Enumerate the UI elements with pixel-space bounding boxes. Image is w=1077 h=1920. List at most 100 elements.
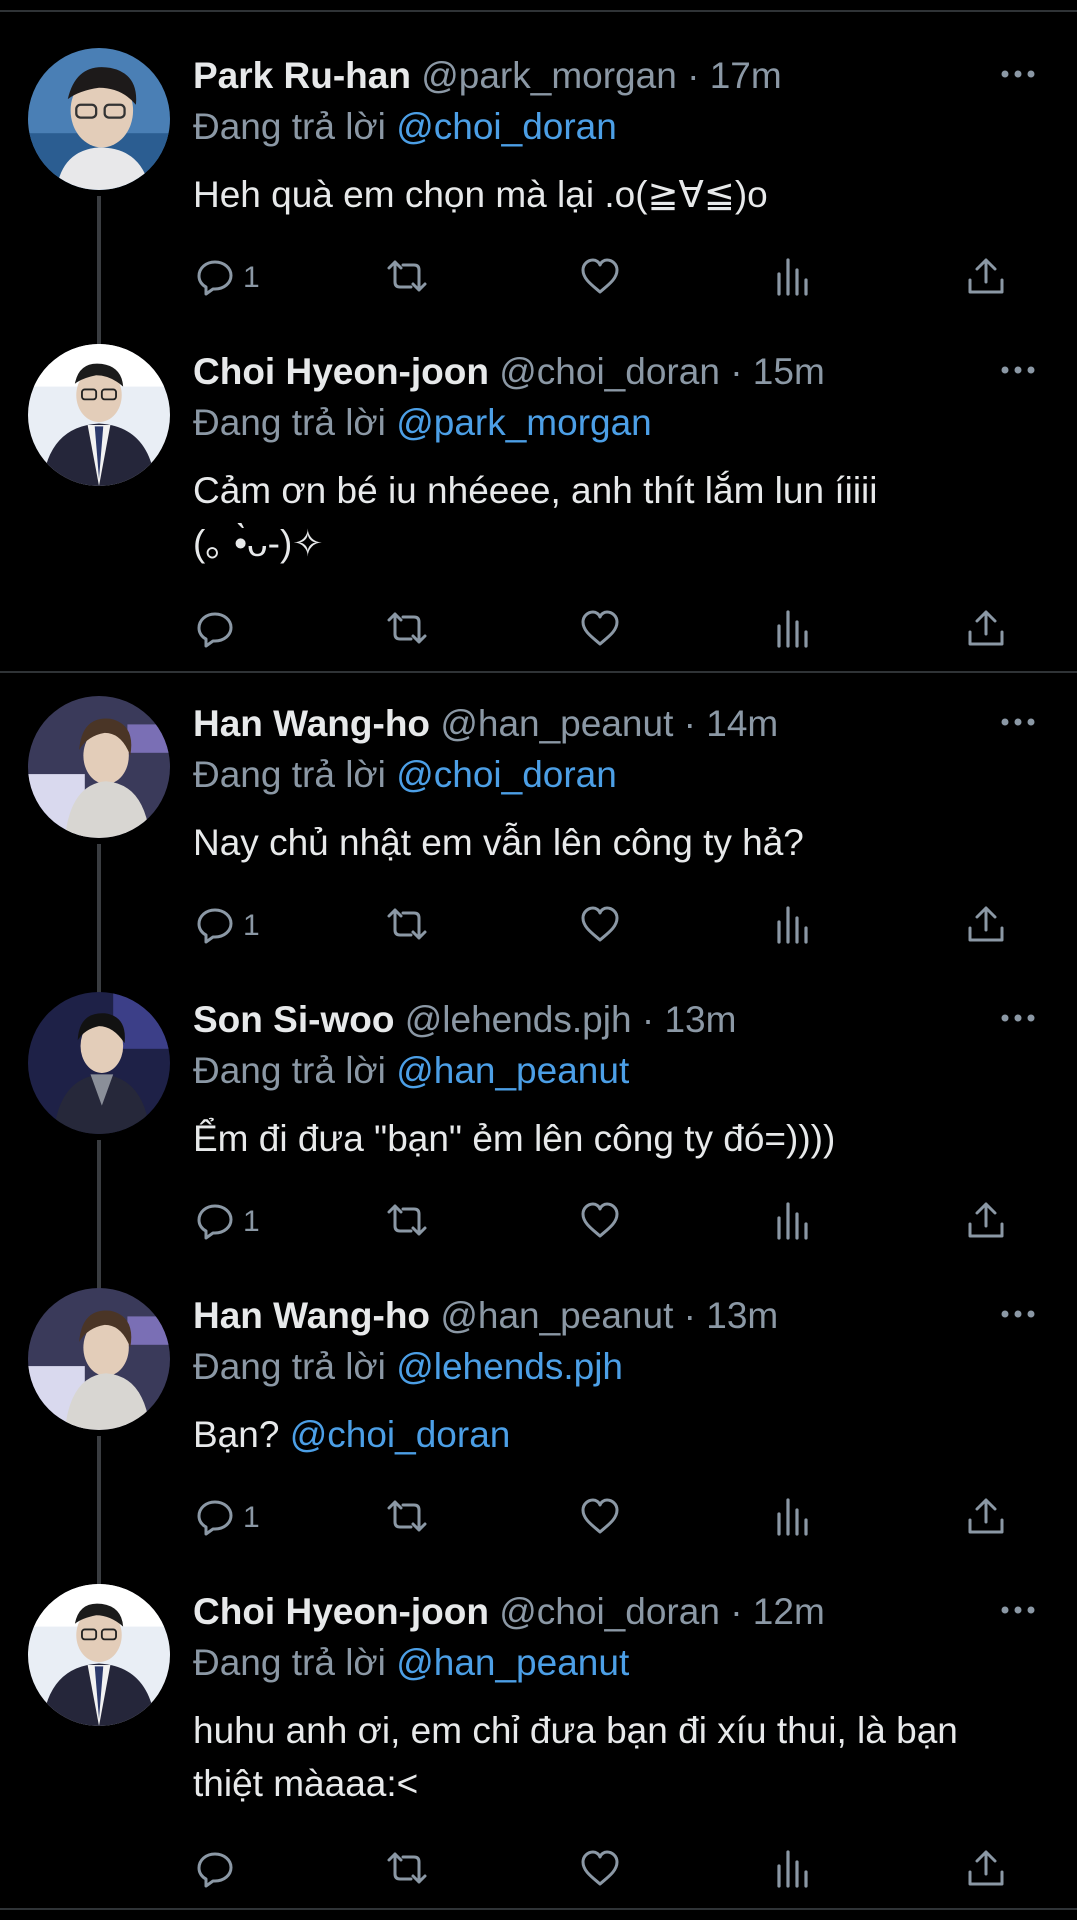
like-icon [578, 606, 622, 655]
share-button[interactable] [964, 606, 1008, 654]
retweet-button[interactable] [385, 1494, 429, 1542]
reply-button[interactable]: 1 [193, 1198, 260, 1246]
thread-line [97, 844, 101, 1004]
views-button[interactable] [771, 606, 815, 654]
author-handle[interactable]: @choi_doran [499, 351, 720, 392]
timestamp[interactable]: 13m [706, 1295, 778, 1336]
more-icon[interactable] [995, 996, 1041, 1040]
replying-to-mention[interactable]: @choi_doran [396, 754, 617, 795]
like-button[interactable] [578, 1198, 622, 1246]
like-button[interactable] [578, 254, 622, 302]
views-button[interactable] [771, 1494, 815, 1542]
avatar[interactable] [28, 992, 170, 1134]
reply-button[interactable]: 1 [193, 902, 260, 950]
like-icon [578, 1846, 622, 1895]
author-name[interactable]: Han Wang-ho [193, 703, 430, 744]
like-icon [578, 902, 622, 951]
avatar[interactable] [28, 1584, 170, 1726]
reply-button[interactable]: 1 [193, 254, 260, 302]
author-handle[interactable]: @park_morgan [421, 55, 677, 96]
tweet[interactable]: Park Ru-han @park_morgan · 17m Đang trả … [0, 48, 1077, 356]
bottom-divider [0, 1908, 1077, 1910]
replying-to-mention[interactable]: @choi_doran [396, 106, 617, 147]
separator-dot: · [641, 999, 655, 1040]
like-icon [578, 1198, 622, 1247]
more-icon[interactable] [995, 1292, 1041, 1336]
replying-to-label: Đang trả lời [193, 106, 386, 147]
reply-button[interactable]: 1 [193, 1494, 260, 1542]
more-icon[interactable] [995, 52, 1041, 96]
replying-to-label: Đang trả lời [193, 1346, 386, 1387]
like-button[interactable] [578, 1494, 622, 1542]
author-handle[interactable]: @han_peanut [440, 703, 673, 744]
timestamp[interactable]: 15m [753, 351, 825, 392]
tweet[interactable]: Han Wang-ho @han_peanut · 13m Đang trả l… [0, 1288, 1077, 1596]
separator-dot: · [687, 55, 700, 96]
top-divider [0, 10, 1077, 12]
replying-to-label: Đang trả lời [193, 1050, 386, 1091]
tweet[interactable]: Choi Hyeon-joon @choi_doran · 15m Đang t… [0, 344, 1077, 664]
tweet-header: Han Wang-ho @han_peanut · 14m [193, 702, 1007, 746]
timestamp[interactable]: 13m [664, 999, 736, 1040]
avatar[interactable] [28, 1288, 170, 1430]
thread-line [97, 1140, 101, 1300]
author-handle[interactable]: @choi_doran [499, 1591, 720, 1632]
views-button[interactable] [771, 1846, 815, 1894]
timestamp[interactable]: 12m [753, 1591, 825, 1632]
share-button[interactable] [964, 1494, 1008, 1542]
tweet-text: Cảm ơn bé iu nhéeee, anh thít lắm lun íi… [193, 470, 878, 564]
tweet-text: huhu anh ơi, em chỉ đưa bạn đi xíu thui,… [193, 1710, 958, 1804]
reply-button[interactable] [193, 1846, 243, 1894]
tweet-text-content: Bạn? [193, 1414, 290, 1455]
avatar[interactable] [28, 48, 170, 190]
replying-to-mention[interactable]: @lehends.pjh [396, 1346, 623, 1387]
share-button[interactable] [964, 1846, 1008, 1894]
views-icon [771, 606, 815, 655]
author-name[interactable]: Son Si-woo [193, 999, 394, 1040]
views-button[interactable] [771, 1198, 815, 1246]
avatar[interactable] [28, 696, 170, 838]
more-icon[interactable] [995, 1588, 1041, 1632]
like-button[interactable] [578, 902, 622, 950]
retweet-button[interactable] [385, 1198, 429, 1246]
tweet[interactable]: Han Wang-ho @han_peanut · 14m Đang trả l… [0, 696, 1077, 1004]
retweet-button[interactable] [385, 902, 429, 950]
views-button[interactable] [771, 254, 815, 302]
retweet-button[interactable] [385, 254, 429, 302]
author-name[interactable]: Choi Hyeon-joon [193, 1591, 489, 1632]
replying-to: Đang trả lời @lehends.pjh [193, 1346, 623, 1388]
author-name[interactable]: Choi Hyeon-joon [193, 351, 489, 392]
replying-to: Đang trả lời @park_morgan [193, 402, 652, 444]
retweet-button[interactable] [385, 1846, 429, 1894]
reply-count: 1 [243, 1205, 260, 1238]
author-name[interactable]: Park Ru-han [193, 55, 411, 96]
author-name[interactable]: Han Wang-ho [193, 1295, 430, 1336]
retweet-icon [385, 1846, 429, 1895]
replying-to-mention[interactable]: @han_peanut [396, 1642, 629, 1683]
replying-to: Đang trả lời @han_peanut [193, 1050, 629, 1092]
author-handle[interactable]: @han_peanut [440, 1295, 673, 1336]
views-button[interactable] [771, 902, 815, 950]
replying-to-mention[interactable]: @han_peanut [396, 1050, 629, 1091]
share-button[interactable] [964, 1198, 1008, 1246]
reply-button[interactable] [193, 606, 243, 654]
share-button[interactable] [964, 902, 1008, 950]
avatar[interactable] [28, 344, 170, 486]
views-icon [771, 1494, 815, 1543]
timestamp[interactable]: 17m [710, 55, 782, 96]
tweet-header: Park Ru-han @park_morgan · 17m [193, 54, 1007, 98]
share-button[interactable] [964, 254, 1008, 302]
tweet[interactable]: Choi Hyeon-joon @choi_doran · 12m Đang t… [0, 1584, 1077, 1904]
like-button[interactable] [578, 1846, 622, 1894]
like-button[interactable] [578, 606, 622, 654]
more-icon[interactable] [995, 700, 1041, 744]
replying-to-mention[interactable]: @park_morgan [396, 402, 652, 443]
tweet-text: Bạn? @choi_doran [193, 1408, 1043, 1461]
more-icon[interactable] [995, 348, 1041, 392]
author-handle[interactable]: @lehends.pjh [405, 999, 632, 1040]
tweet[interactable]: Son Si-woo @lehends.pjh · 13m Đang trả l… [0, 992, 1077, 1300]
timestamp[interactable]: 14m [706, 703, 778, 744]
retweet-button[interactable] [385, 606, 429, 654]
inline-mention[interactable]: @choi_doran [290, 1414, 511, 1455]
tweet-text: Heh quà em chọn mà lại .o(≧∀≦)o [193, 174, 768, 215]
